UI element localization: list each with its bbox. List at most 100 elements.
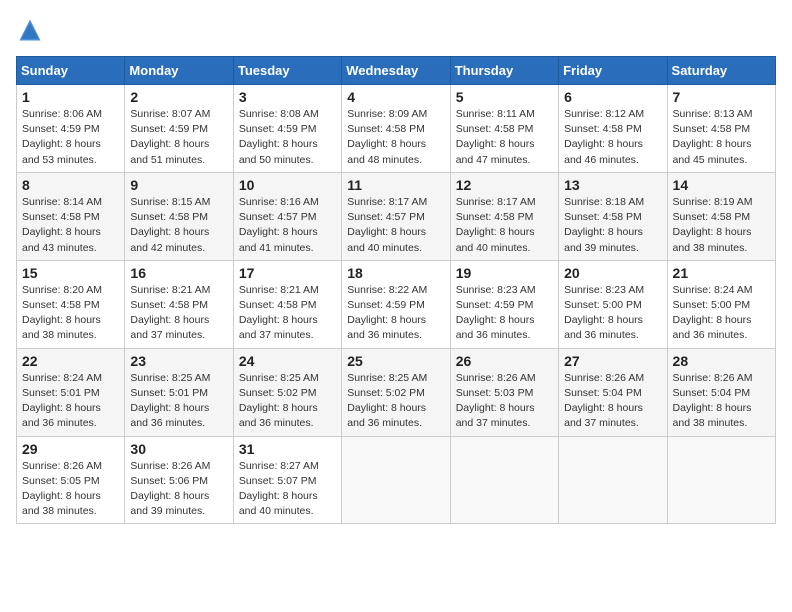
day-number: 14 (673, 177, 770, 193)
sunset-time: Sunset: 5:02 PM (239, 387, 317, 399)
calendar-day-cell: 29 Sunrise: 8:26 AM Sunset: 5:05 PM Dayl… (17, 436, 125, 524)
sunrise-time: Sunrise: 8:14 AM (22, 196, 102, 208)
calendar-day-cell: 15 Sunrise: 8:20 AM Sunset: 4:58 PM Dayl… (17, 260, 125, 348)
sunset-time: Sunset: 4:58 PM (673, 211, 751, 223)
sunset-time: Sunset: 4:59 PM (22, 123, 100, 135)
day-number: 11 (347, 177, 444, 193)
day-info: Sunrise: 8:26 AM Sunset: 5:05 PM Dayligh… (22, 459, 119, 520)
sunset-time: Sunset: 5:02 PM (347, 387, 425, 399)
calendar-day-cell: 10 Sunrise: 8:16 AM Sunset: 4:57 PM Dayl… (233, 172, 341, 260)
day-info: Sunrise: 8:26 AM Sunset: 5:03 PM Dayligh… (456, 371, 553, 432)
calendar-day-cell: 20 Sunrise: 8:23 AM Sunset: 5:00 PM Dayl… (559, 260, 667, 348)
sunrise-time: Sunrise: 8:08 AM (239, 108, 319, 120)
column-header-sunday: Sunday (17, 57, 125, 85)
daylight-hours: Daylight: 8 hours and 38 minutes. (22, 490, 101, 517)
calendar-day-cell: 27 Sunrise: 8:26 AM Sunset: 5:04 PM Dayl… (559, 348, 667, 436)
calendar-day-cell: 2 Sunrise: 8:07 AM Sunset: 4:59 PM Dayli… (125, 85, 233, 173)
day-info: Sunrise: 8:17 AM Sunset: 4:57 PM Dayligh… (347, 195, 444, 256)
daylight-hours: Daylight: 8 hours and 43 minutes. (22, 226, 101, 253)
day-info: Sunrise: 8:24 AM Sunset: 5:00 PM Dayligh… (673, 283, 770, 344)
day-info: Sunrise: 8:20 AM Sunset: 4:58 PM Dayligh… (22, 283, 119, 344)
calendar-day-cell: 3 Sunrise: 8:08 AM Sunset: 4:59 PM Dayli… (233, 85, 341, 173)
sunset-time: Sunset: 4:58 PM (130, 299, 208, 311)
daylight-hours: Daylight: 8 hours and 37 minutes. (239, 314, 318, 341)
day-info: Sunrise: 8:26 AM Sunset: 5:04 PM Dayligh… (564, 371, 661, 432)
day-info: Sunrise: 8:11 AM Sunset: 4:58 PM Dayligh… (456, 107, 553, 168)
day-info: Sunrise: 8:22 AM Sunset: 4:59 PM Dayligh… (347, 283, 444, 344)
day-number: 23 (130, 353, 227, 369)
calendar-day-cell: 28 Sunrise: 8:26 AM Sunset: 5:04 PM Dayl… (667, 348, 775, 436)
sunrise-time: Sunrise: 8:25 AM (347, 372, 427, 384)
sunrise-time: Sunrise: 8:12 AM (564, 108, 644, 120)
sunset-time: Sunset: 4:58 PM (564, 123, 642, 135)
day-number: 30 (130, 441, 227, 457)
calendar-day-cell: 19 Sunrise: 8:23 AM Sunset: 4:59 PM Dayl… (450, 260, 558, 348)
sunset-time: Sunset: 4:58 PM (564, 211, 642, 223)
sunrise-time: Sunrise: 8:17 AM (456, 196, 536, 208)
logo (16, 16, 48, 44)
day-info: Sunrise: 8:08 AM Sunset: 4:59 PM Dayligh… (239, 107, 336, 168)
daylight-hours: Daylight: 8 hours and 36 minutes. (456, 314, 535, 341)
sunrise-time: Sunrise: 8:25 AM (239, 372, 319, 384)
sunset-time: Sunset: 4:59 PM (239, 123, 317, 135)
day-info: Sunrise: 8:23 AM Sunset: 5:00 PM Dayligh… (564, 283, 661, 344)
day-number: 6 (564, 89, 661, 105)
day-number: 7 (673, 89, 770, 105)
daylight-hours: Daylight: 8 hours and 36 minutes. (347, 402, 426, 429)
day-number: 27 (564, 353, 661, 369)
calendar-day-cell: 17 Sunrise: 8:21 AM Sunset: 4:58 PM Dayl… (233, 260, 341, 348)
sunrise-time: Sunrise: 8:21 AM (130, 284, 210, 296)
daylight-hours: Daylight: 8 hours and 40 minutes. (456, 226, 535, 253)
day-number: 13 (564, 177, 661, 193)
day-number: 22 (22, 353, 119, 369)
day-info: Sunrise: 8:21 AM Sunset: 4:58 PM Dayligh… (130, 283, 227, 344)
sunrise-time: Sunrise: 8:23 AM (564, 284, 644, 296)
sunrise-time: Sunrise: 8:26 AM (22, 460, 102, 472)
day-number: 2 (130, 89, 227, 105)
day-number: 19 (456, 265, 553, 281)
sunset-time: Sunset: 4:57 PM (239, 211, 317, 223)
daylight-hours: Daylight: 8 hours and 50 minutes. (239, 138, 318, 165)
calendar-week-row: 15 Sunrise: 8:20 AM Sunset: 4:58 PM Dayl… (17, 260, 776, 348)
calendar-day-cell: 11 Sunrise: 8:17 AM Sunset: 4:57 PM Dayl… (342, 172, 450, 260)
day-number: 31 (239, 441, 336, 457)
day-number: 10 (239, 177, 336, 193)
daylight-hours: Daylight: 8 hours and 36 minutes. (130, 402, 209, 429)
daylight-hours: Daylight: 8 hours and 41 minutes. (239, 226, 318, 253)
day-info: Sunrise: 8:21 AM Sunset: 4:58 PM Dayligh… (239, 283, 336, 344)
day-number: 9 (130, 177, 227, 193)
daylight-hours: Daylight: 8 hours and 38 minutes. (673, 226, 752, 253)
day-number: 21 (673, 265, 770, 281)
daylight-hours: Daylight: 8 hours and 40 minutes. (239, 490, 318, 517)
calendar-day-cell: 25 Sunrise: 8:25 AM Sunset: 5:02 PM Dayl… (342, 348, 450, 436)
day-number: 28 (673, 353, 770, 369)
daylight-hours: Daylight: 8 hours and 46 minutes. (564, 138, 643, 165)
sunset-time: Sunset: 5:07 PM (239, 475, 317, 487)
column-header-tuesday: Tuesday (233, 57, 341, 85)
daylight-hours: Daylight: 8 hours and 47 minutes. (456, 138, 535, 165)
logo-icon (16, 16, 44, 44)
daylight-hours: Daylight: 8 hours and 45 minutes. (673, 138, 752, 165)
sunset-time: Sunset: 4:59 PM (130, 123, 208, 135)
calendar-week-row: 29 Sunrise: 8:26 AM Sunset: 5:05 PM Dayl… (17, 436, 776, 524)
calendar-day-cell: 6 Sunrise: 8:12 AM Sunset: 4:58 PM Dayli… (559, 85, 667, 173)
page-header (16, 16, 776, 44)
day-number: 29 (22, 441, 119, 457)
sunrise-time: Sunrise: 8:16 AM (239, 196, 319, 208)
day-number: 18 (347, 265, 444, 281)
day-info: Sunrise: 8:12 AM Sunset: 4:58 PM Dayligh… (564, 107, 661, 168)
day-number: 3 (239, 89, 336, 105)
sunset-time: Sunset: 4:58 PM (239, 299, 317, 311)
sunrise-time: Sunrise: 8:11 AM (456, 108, 535, 120)
day-info: Sunrise: 8:27 AM Sunset: 5:07 PM Dayligh… (239, 459, 336, 520)
sunrise-time: Sunrise: 8:19 AM (673, 196, 753, 208)
sunrise-time: Sunrise: 8:27 AM (239, 460, 319, 472)
daylight-hours: Daylight: 8 hours and 36 minutes. (22, 402, 101, 429)
sunset-time: Sunset: 5:03 PM (456, 387, 534, 399)
day-info: Sunrise: 8:25 AM Sunset: 5:02 PM Dayligh… (347, 371, 444, 432)
calendar-day-cell (667, 436, 775, 524)
day-info: Sunrise: 8:25 AM Sunset: 5:02 PM Dayligh… (239, 371, 336, 432)
calendar-day-cell (559, 436, 667, 524)
column-header-wednesday: Wednesday (342, 57, 450, 85)
calendar-day-cell: 23 Sunrise: 8:25 AM Sunset: 5:01 PM Dayl… (125, 348, 233, 436)
